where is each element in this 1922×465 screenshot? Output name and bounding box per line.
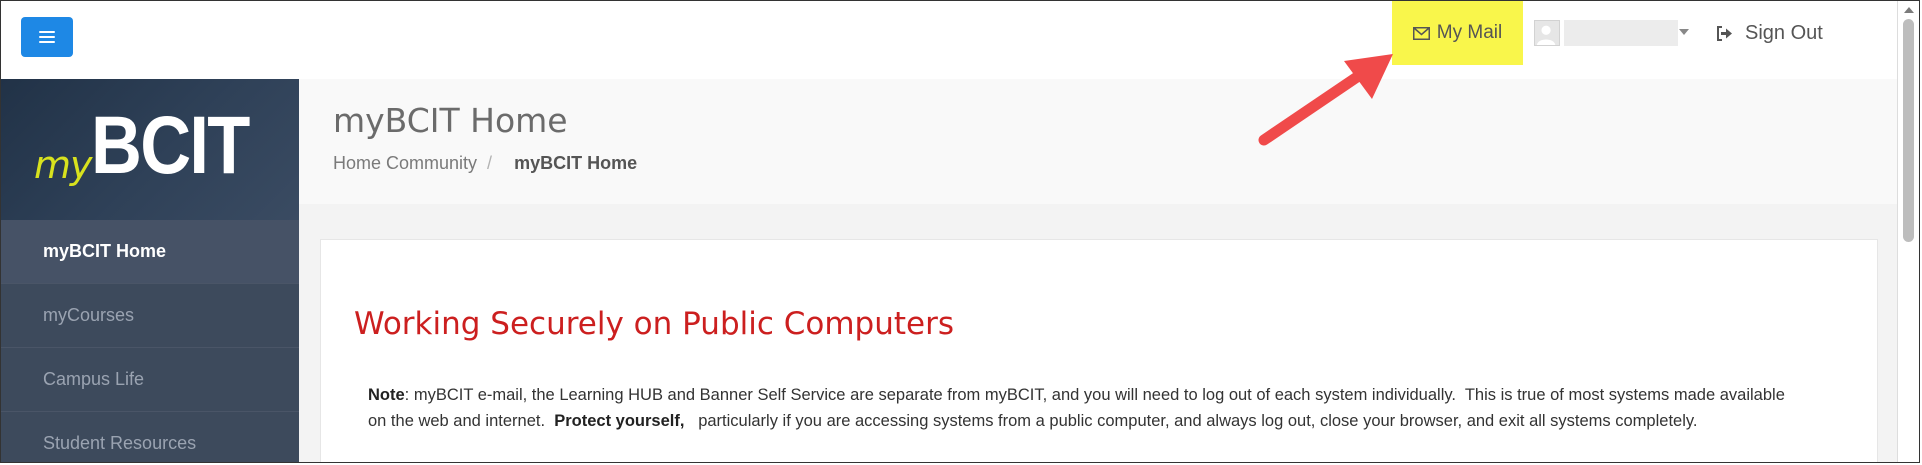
scroll-up-arrow-icon[interactable]	[1904, 7, 1914, 13]
my-mail-link[interactable]: My Mail	[1392, 1, 1523, 65]
note-text-2: particularly if you are accessing system…	[684, 412, 1698, 430]
envelope-icon	[1412, 26, 1430, 40]
breadcrumb-separator: /	[487, 153, 493, 173]
sign-out-icon	[1717, 25, 1732, 41]
breadcrumb: Home Community / myBCIT Home	[333, 153, 637, 174]
sidebar-item-mybcit-home[interactable]: myBCIT Home	[1, 220, 299, 284]
breadcrumb-current: myBCIT Home	[514, 153, 638, 173]
sidebar: my BCIT myBCIT Home myCourses Campus Lif…	[1, 79, 299, 462]
note-label: Note	[368, 386, 405, 404]
page-title: myBCIT Home	[333, 101, 568, 140]
sidebar-item-student-resources[interactable]: Student Resources	[1, 412, 299, 462]
page-header: myBCIT Home Home Community / myBCIT Home	[299, 79, 1899, 205]
chevron-down-icon[interactable]	[1679, 29, 1689, 35]
content-card: Working Securely on Public Computers Not…	[320, 239, 1878, 462]
sidebar-item-mycourses[interactable]: myCourses	[1, 284, 299, 348]
sign-out-link[interactable]: Sign Out	[1716, 19, 1823, 47]
sidebar-item-label: myBCIT Home	[43, 241, 167, 261]
logo-prefix: my	[34, 143, 93, 187]
mybcit-logo[interactable]: my BCIT	[1, 79, 299, 220]
my-mail-label: My Mail	[1436, 22, 1503, 43]
sidebar-item-campus-life[interactable]: Campus Life	[1, 348, 299, 412]
sign-out-label: Sign Out	[1745, 21, 1823, 44]
browser-frame: My Mail Sign Out my BCIT myBCIT Home myC…	[0, 0, 1920, 463]
logo-name: BCIT	[91, 100, 250, 191]
user-silhouette-icon	[1536, 25, 1556, 45]
card-heading: Working Securely on Public Computers	[354, 306, 955, 342]
sidebar-item-label: Student Resources	[43, 433, 197, 453]
breadcrumb-home-community[interactable]: Home Community	[333, 153, 477, 174]
annotation-arrow-icon	[1258, 54, 1393, 146]
note-emphasis: Protect yourself,	[554, 412, 685, 430]
top-navbar: My Mail Sign Out	[1, 1, 1899, 80]
sidebar-item-label: Campus Life	[43, 369, 145, 389]
hamburger-menu-icon	[39, 31, 55, 43]
vertical-scrollbar[interactable]	[1897, 1, 1919, 462]
user-avatar[interactable]	[1534, 20, 1560, 46]
menu-toggle-button[interactable]	[21, 17, 73, 57]
user-name-redacted[interactable]	[1564, 20, 1678, 46]
scrollbar-thumb[interactable]	[1903, 19, 1914, 242]
security-note: Note: myBCIT e-mail, the Learning HUB an…	[368, 382, 1788, 434]
sidebar-item-label: myCourses	[43, 305, 135, 325]
